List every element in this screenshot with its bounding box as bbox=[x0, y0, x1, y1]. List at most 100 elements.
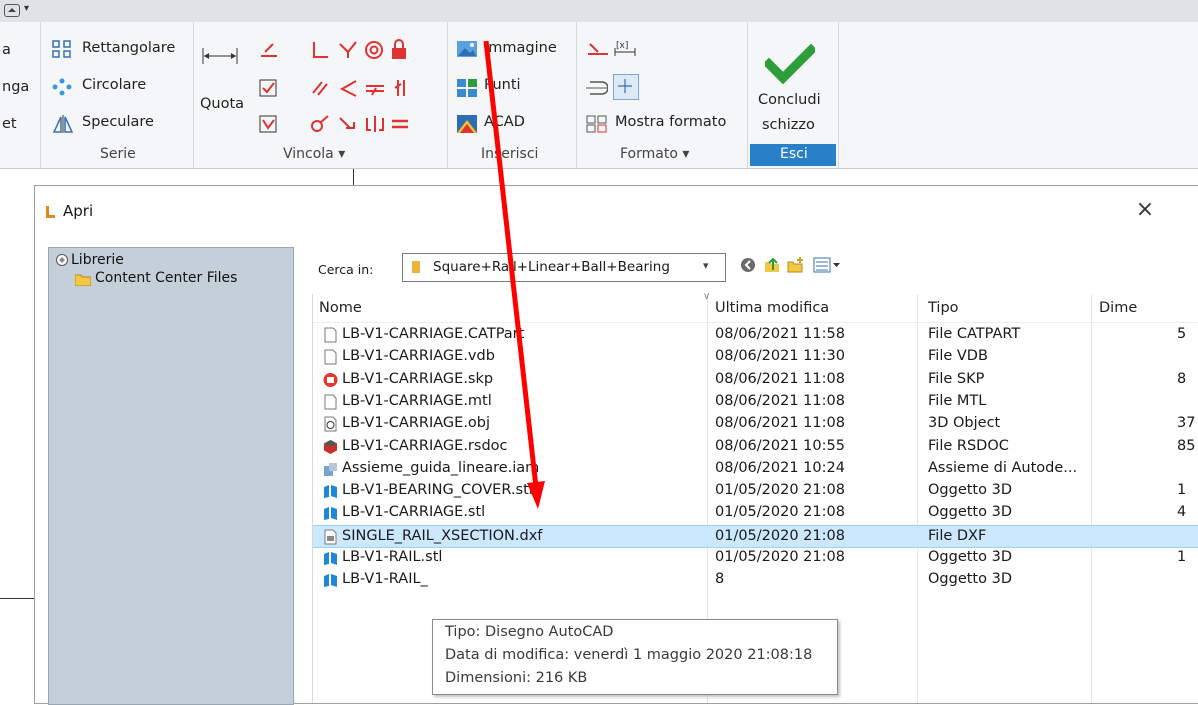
chevron-down-icon: ▾ bbox=[703, 259, 709, 272]
constrain-label-text: Vincola bbox=[283, 146, 334, 162]
file-row[interactable]: LB-V1-CARRIAGE.mtl 08/06/2021 11:08 File M… bbox=[313, 391, 1198, 413]
file-row[interactable]: LB-V1-CARRIAGE.skp 08/06/2021 11:08 File S… bbox=[313, 369, 1198, 391]
vertical-icon[interactable] bbox=[392, 78, 410, 98]
file-row[interactable]: LB-V1-RAIL_ 8 Oggetto 3D bbox=[313, 569, 1198, 591]
stl-icon bbox=[323, 483, 338, 499]
view-menu-icon[interactable] bbox=[813, 256, 841, 274]
fix-icon[interactable] bbox=[338, 114, 358, 134]
chevron-down-icon: ▾ bbox=[682, 146, 690, 162]
centerline-icon[interactable] bbox=[586, 78, 608, 98]
rectangular-pattern-icon bbox=[52, 40, 71, 58]
locations-pane: Librerie Content Center Files bbox=[48, 247, 294, 705]
horizontal-icon[interactable] bbox=[364, 78, 386, 98]
file-row[interactable]: LB-V1-CARRIAGE.CATPart 08/06/2021 11:58 Fi… bbox=[313, 324, 1198, 346]
stl-icon bbox=[323, 505, 338, 521]
pattern-group-label: Serie bbox=[100, 146, 136, 162]
file-modified: 01/05/2020 21:08 bbox=[715, 549, 845, 565]
constraint-icon-2[interactable] bbox=[258, 78, 280, 98]
column-size[interactable]: Dime bbox=[1099, 300, 1137, 316]
close-button[interactable]: × bbox=[1131, 196, 1159, 224]
file-row[interactable]: LB-V1-CARRIAGE.stl 01/05/2020 21:08 Oggett… bbox=[313, 502, 1198, 524]
column-name[interactable]: Nome bbox=[319, 300, 362, 316]
file-type: Oggetto 3D bbox=[928, 549, 1012, 565]
look-in-dropdown[interactable]: Square+Rail+Linear+Ball+Bearing ▾ bbox=[402, 253, 726, 282]
column-type[interactable]: Tipo bbox=[928, 300, 959, 316]
file-name: LB-V1-CARRIAGE.obj bbox=[342, 415, 491, 432]
construction-icon[interactable] bbox=[586, 40, 610, 58]
format-label-text: Formato bbox=[620, 146, 678, 162]
tree-item-libraries[interactable]: Librerie bbox=[71, 252, 124, 268]
back-icon[interactable] bbox=[739, 256, 757, 274]
file-row[interactable]: LB-V1-CARRIAGE.obj 08/06/2021 11:08 3D Obj… bbox=[313, 413, 1198, 435]
file-modified: 08/06/2021 11:08 bbox=[715, 392, 845, 409]
constrain-group-label[interactable]: Vincola ▾ bbox=[283, 146, 345, 162]
rsdoc-icon bbox=[323, 439, 338, 455]
dimension-button[interactable]: Quota bbox=[200, 96, 244, 112]
file-row[interactable]: Assieme_guida_lineare.iam 08/06/2021 10:2… bbox=[313, 458, 1198, 480]
file-row[interactable]: SINGLE_RAIL_XSECTION.dxf 01/05/2020 21:08… bbox=[313, 524, 1198, 548]
center-point-icon bbox=[618, 79, 632, 93]
ribbon-cut-item-3[interactable]: et bbox=[2, 116, 17, 132]
rectangular-pattern-button[interactable]: Rettangolare bbox=[82, 40, 175, 56]
look-in-label: Cerca in: bbox=[318, 262, 374, 277]
file-type: File DXF bbox=[928, 527, 987, 544]
new-folder-icon[interactable] bbox=[787, 256, 805, 274]
folder-icon bbox=[412, 261, 420, 273]
tree-item-content-center[interactable]: Content Center Files bbox=[95, 270, 237, 286]
ribbon: a nga et Rettangolare Circolare Specular… bbox=[0, 22, 1198, 169]
ribbon-cut-item-1[interactable]: a bbox=[2, 42, 11, 58]
group-separator bbox=[447, 22, 448, 168]
quick-access-menu[interactable]: ▾ bbox=[4, 2, 44, 20]
header-divider bbox=[313, 322, 1198, 323]
blank-file-icon bbox=[323, 349, 338, 365]
dimension-icon[interactable] bbox=[202, 46, 238, 66]
tooltip-size: Dimensioni: 216 KB bbox=[445, 670, 588, 686]
up-folder-icon[interactable] bbox=[763, 256, 781, 274]
file-row[interactable]: LB-V1-CARRIAGE.vdb 08/06/2021 11:30 File V… bbox=[313, 346, 1198, 368]
tangent-icon[interactable] bbox=[338, 40, 358, 60]
annotation-arrow bbox=[483, 40, 545, 509]
lock-icon[interactable] bbox=[390, 38, 408, 60]
svg-text:[x]: [x] bbox=[616, 41, 628, 51]
equal-icon[interactable] bbox=[390, 116, 410, 132]
file-size: 1 bbox=[1177, 549, 1187, 565]
sketchup-icon bbox=[323, 372, 338, 388]
group-separator bbox=[40, 22, 41, 168]
perpendicular-icon[interactable] bbox=[310, 40, 330, 60]
file-row[interactable]: LB-V1-BEARING_COVER.stl 01/05/2020 21:08 O… bbox=[313, 480, 1198, 502]
finish-sketch-line1[interactable]: Concludi bbox=[758, 92, 821, 108]
blank-file-icon bbox=[323, 394, 338, 410]
finish-sketch-line2[interactable]: schizzo bbox=[762, 117, 815, 133]
driven-dimension-icon[interactable]: [x] bbox=[614, 38, 636, 58]
background-line-left bbox=[0, 598, 34, 599]
show-format-button[interactable]: Mostra formato bbox=[615, 114, 726, 130]
file-size: 1 bbox=[1177, 482, 1187, 499]
file-modified: 01/05/2020 21:08 bbox=[715, 527, 845, 544]
exit-group-label-text: Esci bbox=[780, 146, 808, 162]
center-marker: ∨ bbox=[703, 291, 711, 302]
circular-pattern-button[interactable]: Circolare bbox=[82, 77, 146, 93]
file-row[interactable]: LB-V1-CARRIAGE.rsdoc 08/06/2021 10:55 File… bbox=[313, 436, 1198, 458]
coincident-icon[interactable] bbox=[310, 114, 330, 134]
file-modified: 01/05/2020 21:08 bbox=[715, 482, 845, 499]
concentric-icon[interactable] bbox=[364, 40, 384, 60]
file-type: File VDB bbox=[928, 348, 988, 365]
column-modified[interactable]: Ultima modifica bbox=[715, 300, 829, 316]
file-size: 4 bbox=[1177, 504, 1187, 521]
constraint-icon-3[interactable] bbox=[258, 114, 280, 134]
parallel-icon[interactable] bbox=[310, 78, 330, 98]
ribbon-cut-item-2[interactable]: nga bbox=[2, 79, 29, 95]
file-modified: 8 bbox=[715, 571, 725, 588]
file-type: File CATPART bbox=[928, 326, 1021, 342]
file-modified: 08/06/2021 10:55 bbox=[715, 437, 845, 454]
format-group-label[interactable]: Formato ▾ bbox=[620, 146, 689, 162]
file-row[interactable]: LB-V1-RAIL.stl 01/05/2020 21:08 Oggetto 3D… bbox=[313, 547, 1198, 569]
file-modified: 01/05/2020 21:08 bbox=[715, 504, 845, 521]
file-size: 85 bbox=[1177, 437, 1196, 454]
mirror-button[interactable]: Speculare bbox=[82, 114, 154, 130]
assembly-icon bbox=[323, 461, 338, 477]
symmetric-icon[interactable] bbox=[364, 114, 386, 134]
chevron-down-icon: ▾ bbox=[24, 3, 30, 14]
constraint-icon-1[interactable] bbox=[258, 40, 280, 60]
collinear-icon[interactable] bbox=[338, 78, 358, 98]
